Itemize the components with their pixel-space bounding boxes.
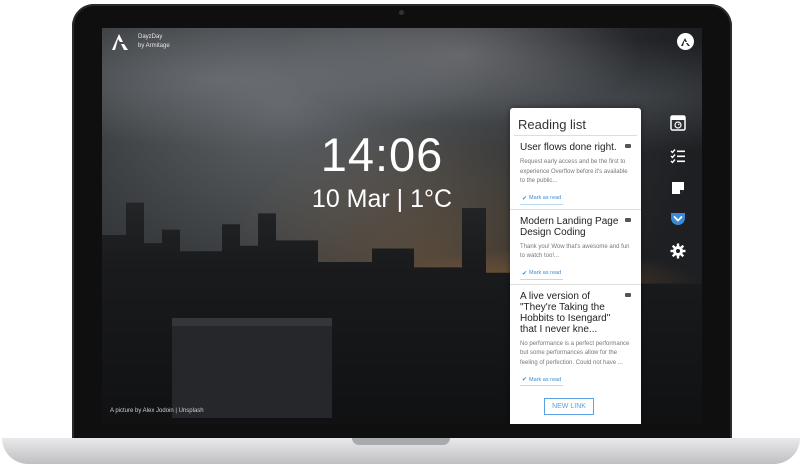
check-icon: ✔ bbox=[522, 377, 528, 383]
mark-as-read-label: Mark as read bbox=[529, 195, 562, 201]
video-icon bbox=[625, 144, 631, 148]
logo-icon bbox=[112, 34, 128, 50]
check-icon: ✔ bbox=[522, 270, 528, 277]
app-subtitle: by Armitage bbox=[138, 43, 170, 49]
reading-item-description: No performance is a perfect performance … bbox=[520, 340, 630, 366]
reading-list-panel: Reading list User flows done right. Requ… bbox=[510, 108, 641, 424]
clock-time: 14:06 bbox=[320, 128, 444, 181]
reading-item-title[interactable]: Modern Landing Page Design Coding bbox=[520, 216, 631, 238]
avatar-logo-icon bbox=[681, 37, 690, 46]
brand: DayzDay by Armitage bbox=[110, 33, 170, 51]
photo-credit[interactable]: A picture by Alex Jodoin | Unsplash bbox=[110, 408, 204, 414]
clock-date-weather: 10 Mar | 1°C bbox=[311, 185, 453, 213]
reading-item-title[interactable]: A live version of "They're Taking the Ho… bbox=[520, 291, 631, 335]
right-toolbar bbox=[659, 108, 696, 259]
reading-item-title[interactable]: User flows done right. bbox=[520, 142, 631, 153]
avatar-icon[interactable] bbox=[677, 33, 694, 50]
check-icon: ✔ bbox=[522, 195, 528, 202]
pocket-icon[interactable] bbox=[669, 212, 687, 226]
reading-list-item[interactable]: A live version of "They're Taking the Ho… bbox=[510, 285, 641, 391]
reading-list-item[interactable]: Modern Landing Page Design Coding Thank … bbox=[510, 210, 641, 285]
screen: DayzDay by Armitage 14:06 10 Mar | 1°C A… bbox=[102, 28, 702, 424]
app-name: DayzDay bbox=[138, 34, 163, 40]
background-building bbox=[172, 318, 332, 418]
mark-as-read-button[interactable]: ✔ Mark as read bbox=[520, 374, 564, 386]
reading-item-description: Thank you! Wow that's awesome and fun to… bbox=[520, 243, 630, 260]
mark-as-read-button[interactable]: ✔ Mark as read bbox=[520, 268, 564, 280]
reading-item-description: Request early access and be the first to… bbox=[520, 159, 628, 184]
checklist-icon[interactable] bbox=[669, 148, 687, 164]
article-icon bbox=[625, 292, 631, 297]
calendar-clock-icon[interactable] bbox=[669, 115, 687, 131]
gear-icon[interactable] bbox=[669, 243, 687, 259]
note-icon[interactable] bbox=[669, 181, 687, 195]
mark-as-read-label: Mark as read bbox=[529, 376, 562, 383]
laptop-notch bbox=[352, 438, 450, 445]
new-link-button[interactable]: NEW LINK bbox=[544, 398, 594, 415]
reading-list-item[interactable]: User flows done right. Request early acc… bbox=[510, 136, 641, 210]
camera bbox=[399, 10, 404, 15]
article-icon bbox=[625, 217, 631, 222]
mark-as-read-label: Mark as read bbox=[529, 270, 562, 276]
reading-list-title: Reading list bbox=[518, 117, 586, 132]
mark-as-read-button[interactable]: ✔ Mark as read bbox=[520, 193, 564, 205]
